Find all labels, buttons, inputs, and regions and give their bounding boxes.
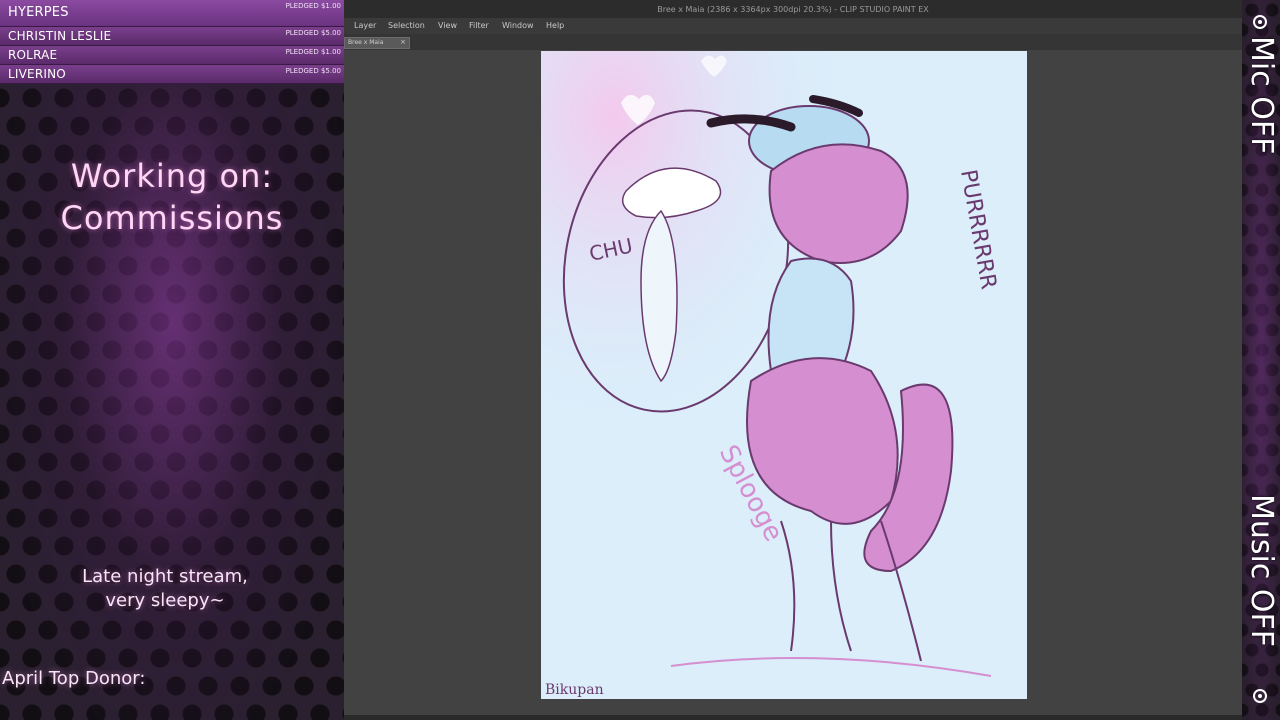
menu-window[interactable]: Window bbox=[502, 21, 534, 30]
pledge-name: ROLRAE bbox=[8, 48, 58, 62]
document-tab-label: Bree x Maia bbox=[348, 39, 384, 46]
pledge-row: LIVERINO PLEDGED $5.00 bbox=[0, 65, 344, 84]
pledge-amount: PLEDGED $5.00 bbox=[285, 67, 341, 75]
working-on-label: Working on: bbox=[70, 157, 274, 195]
mic-status-label: Mic OFF bbox=[1244, 36, 1279, 155]
record-dot-icon bbox=[1253, 689, 1267, 703]
music-status-label: Music OFF bbox=[1244, 494, 1279, 648]
canvas-area[interactable]: CHU PURRRRRR Splooge Bikupan bbox=[344, 50, 1242, 715]
clip-studio-window: Bree x Maia (2386 x 3364px 300dpi 20.3%)… bbox=[344, 0, 1242, 720]
artwork-canvas[interactable]: CHU PURRRRRR Splooge Bikupan bbox=[541, 51, 1027, 699]
pledge-name: CHRISTIN LESLIE bbox=[8, 29, 112, 43]
stream-overlay-right: Mic OFF Music OFF bbox=[1242, 0, 1280, 720]
menu-selection[interactable]: Selection bbox=[388, 21, 425, 30]
stream-tagline: Late night stream, very sleepy~ bbox=[0, 565, 330, 613]
menu-help[interactable]: Help bbox=[546, 21, 564, 30]
artwork-illustration: CHU PURRRRRR Splooge Bikupan bbox=[541, 51, 1027, 699]
document-tab[interactable]: Bree x Maia × bbox=[344, 37, 410, 49]
close-icon[interactable]: × bbox=[400, 38, 406, 46]
menu-filter[interactable]: Filter bbox=[469, 21, 489, 30]
document-tab-bar: Bree x Maia × bbox=[344, 34, 1242, 50]
status-strip bbox=[344, 715, 1242, 720]
window-title: Bree x Maia (2386 x 3364px 300dpi 20.3%)… bbox=[657, 5, 929, 14]
artist-signature: Bikupan bbox=[545, 682, 604, 698]
pledge-row: HYERPES PLEDGED $1.00 bbox=[0, 0, 344, 27]
tagline-line: Late night stream, bbox=[82, 566, 248, 587]
record-dot-icon bbox=[1253, 15, 1267, 29]
pledge-amount: PLEDGED $1.00 bbox=[285, 2, 341, 10]
title-bar: Bree x Maia (2386 x 3364px 300dpi 20.3%)… bbox=[344, 0, 1242, 18]
menu-bar: Layer Selection View Filter Window Help bbox=[344, 18, 1242, 34]
pledge-row: CHRISTIN LESLIE PLEDGED $5.00 bbox=[0, 27, 344, 46]
stream-overlay-left: HYERPES PLEDGED $1.00 CHRISTIN LESLIE PL… bbox=[0, 0, 344, 720]
tagline-line: very sleepy~ bbox=[105, 590, 225, 611]
menu-view[interactable]: View bbox=[438, 21, 457, 30]
pledge-name: LIVERINO bbox=[8, 67, 66, 81]
pledge-row: ROLRAE PLEDGED $1.00 bbox=[0, 46, 344, 65]
top-donor-label: April Top Donor: bbox=[2, 668, 146, 689]
working-on-heading: Working on: Commissions bbox=[0, 155, 344, 239]
menu-layer[interactable]: Layer bbox=[354, 21, 376, 30]
pledge-name: HYERPES bbox=[8, 5, 69, 20]
working-on-value: Commissions bbox=[60, 199, 284, 237]
pledge-amount: PLEDGED $1.00 bbox=[285, 48, 341, 56]
pledge-amount: PLEDGED $5.00 bbox=[285, 29, 341, 37]
